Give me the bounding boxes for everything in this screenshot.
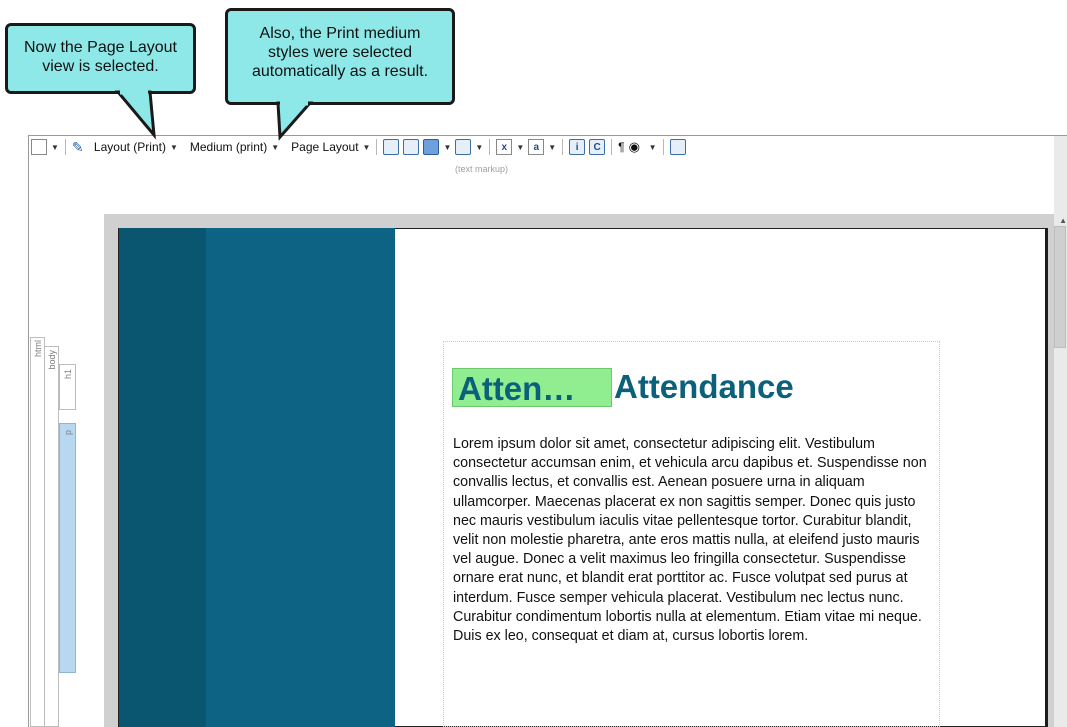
editor-toolbar: ▼ ✎ Layout (Print) ▼ Medium (print) ▼ Page… xyxy=(29,136,1067,158)
sidebar-band xyxy=(206,228,395,727)
layout-dropdown[interactable]: ✎ Layout (Print) ▼ xyxy=(70,137,180,157)
eye-icon: ◉ xyxy=(628,139,640,154)
structure-bar-p[interactable]: p xyxy=(59,423,76,673)
callout-print-medium: Also, the Print medium styles were selec… xyxy=(225,8,455,105)
text-markup-label: (text markup) xyxy=(455,164,509,174)
split-icon xyxy=(669,139,686,155)
variable-highlight[interactable]: Atten… xyxy=(452,367,612,407)
variables-dropdown[interactable]: a ▼ xyxy=(526,137,558,157)
show-changes-button[interactable] xyxy=(401,137,421,157)
markers-icon xyxy=(455,139,472,155)
concept-button[interactable]: C xyxy=(587,137,607,157)
structure-bar-label: body xyxy=(47,350,57,370)
view-label: Page Layout xyxy=(291,140,359,154)
structure-bar-h1[interactable]: h1 xyxy=(59,364,76,410)
xml-editor: ▼ ✎ Layout (Print) ▼ Medium (print) ▼ Page… xyxy=(28,135,1067,727)
sidebar-band-dark xyxy=(119,228,206,727)
callout-line: automatically as a result. xyxy=(251,63,429,80)
span-icon: i xyxy=(569,139,586,155)
callout-line: view is selected. xyxy=(42,58,159,75)
structure-bar-label: html xyxy=(33,340,43,358)
magnifier-icon xyxy=(31,139,47,155)
brush-icon: ✎ xyxy=(71,139,84,155)
changes-icon xyxy=(403,139,420,155)
blocks-icon xyxy=(423,139,440,155)
structure-bar-label: p xyxy=(63,430,73,436)
page-title[interactable]: Attendance xyxy=(614,368,794,406)
heading-row: Atten… Attendance xyxy=(452,364,794,410)
body-paragraph[interactable]: Lorem ipsum dolor sit amet, consectetur … xyxy=(453,435,939,646)
callout-line: Also, the Print medium xyxy=(259,25,421,42)
callout-line: styles were selected xyxy=(267,44,413,61)
structure-bar-html[interactable]: html xyxy=(30,337,45,727)
vertical-scrollbar[interactable]: ▲ xyxy=(1054,136,1067,727)
concept-icon: C xyxy=(589,139,606,155)
scroll-up-icon[interactable]: ▲ xyxy=(1059,216,1067,225)
callout-pointer xyxy=(114,89,156,140)
callout-pointer xyxy=(276,100,314,141)
conditions-dropdown[interactable]: x ▼ xyxy=(494,137,526,157)
tags-icon xyxy=(383,139,400,155)
conditions-icon: x xyxy=(496,139,513,155)
preview-dropdown[interactable]: ◉ ▼ xyxy=(627,137,659,157)
variable-icon: a xyxy=(528,139,545,155)
show-marks-button[interactable]: ¶ xyxy=(616,137,626,157)
medium-label: Medium (print) xyxy=(189,140,268,154)
show-blocks-dropdown[interactable]: ▼ xyxy=(421,137,453,157)
structure-bar-body[interactable]: body xyxy=(44,346,59,727)
layout-label: Layout (Print) xyxy=(93,140,166,154)
callout-page-layout: Now the Page Layout view is selected. xyxy=(5,23,196,94)
content-frame[interactable]: Atten… Attendance Lorem ipsum dolor sit … xyxy=(443,341,940,727)
zoom-dropdown[interactable]: ▼ xyxy=(29,137,61,157)
show-tags-button[interactable] xyxy=(381,137,401,157)
scroll-thumb[interactable] xyxy=(1054,226,1066,348)
span-tag-button[interactable]: i xyxy=(567,137,587,157)
markers-dropdown[interactable]: ▼ xyxy=(453,137,485,157)
callout-line: Now the Page Layout xyxy=(24,39,177,56)
medium-dropdown[interactable]: Medium (print) ▼ xyxy=(188,137,281,157)
structure-bar-label: h1 xyxy=(63,369,73,380)
pilcrow-icon: ¶ xyxy=(618,140,625,154)
split-view-button[interactable] xyxy=(668,137,688,157)
